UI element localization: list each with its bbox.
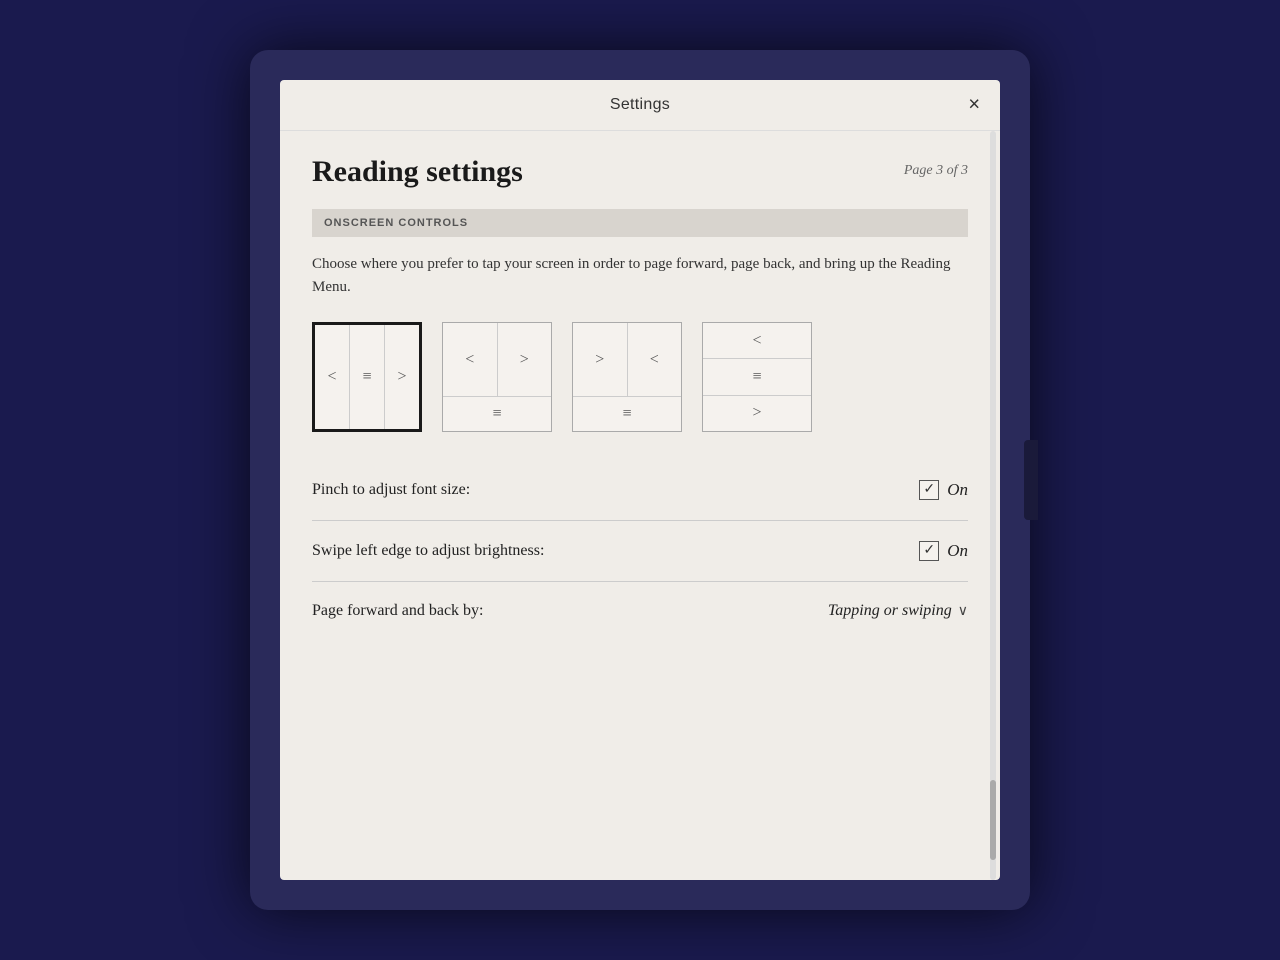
page-title: Reading settings <box>312 155 523 189</box>
pinch-on-label: On <box>947 480 968 500</box>
pinch-label: Pinch to adjust font size: <box>312 481 470 499</box>
setting-row-pinch: Pinch to adjust font size: ✓ On <box>312 460 968 521</box>
swipe-checkbox[interactable]: ✓ <box>919 541 939 561</box>
swipe-control: ✓ On <box>919 541 968 561</box>
layout-option-3[interactable]: > < ≡ <box>572 322 682 432</box>
layout3-col-right: < <box>628 323 682 396</box>
swipe-check-icon: ✓ <box>923 544 935 558</box>
scrollbar[interactable] <box>990 131 996 880</box>
description-text: Choose where you prefer to tap your scre… <box>312 253 968 298</box>
layout3-col-left: > <box>573 323 628 396</box>
layout-option-4[interactable]: < ≡ > <box>702 322 812 432</box>
close-button[interactable]: × <box>968 94 980 117</box>
layout4-row-top: < <box>703 323 811 359</box>
layout4-row-mid: ≡ <box>703 359 811 395</box>
page-header: Reading settings Page 3 of 3 <box>312 155 968 189</box>
dialog-header: Settings × <box>280 80 1000 131</box>
setting-row-swipe: Swipe left edge to adjust brightness: ✓ … <box>312 521 968 582</box>
device-button <box>1024 440 1038 520</box>
swipe-label: Swipe left edge to adjust brightness: <box>312 542 544 560</box>
layout2-col-right: > <box>498 323 552 396</box>
page-forward-label: Page forward and back by: <box>312 602 484 620</box>
section-header: ONSCREEN CONTROLS <box>312 209 968 237</box>
layout1-col-left: < <box>315 325 350 429</box>
dialog-body-wrapper: Reading settings Page 3 of 3 ONSCREEN CO… <box>280 131 1000 880</box>
settings-dialog: Settings × Reading settings Page 3 of 3 … <box>280 80 1000 880</box>
layout1-col-mid: ≡ <box>350 325 385 429</box>
dialog-title: Settings <box>610 96 670 114</box>
pinch-check-icon: ✓ <box>923 483 935 497</box>
layout-options: < ≡ > < > ≡ <box>312 322 968 432</box>
screen: Settings × Reading settings Page 3 of 3 … <box>280 80 1000 880</box>
layout2-col-left: < <box>443 323 498 396</box>
scrollbar-thumb <box>990 780 996 860</box>
pinch-control: ✓ On <box>919 480 968 500</box>
pinch-checkbox[interactable]: ✓ <box>919 480 939 500</box>
page-forward-value: Tapping or swiping <box>828 602 952 620</box>
chevron-down-icon: ∨ <box>958 603 968 620</box>
device-frame: Settings × Reading settings Page 3 of 3 … <box>250 50 1030 910</box>
layout3-bottom: ≡ <box>573 396 681 431</box>
page-forward-dropdown[interactable]: Tapping or swiping ∨ <box>828 602 968 620</box>
swipe-on-label: On <box>947 541 968 561</box>
layout1-col-right: > <box>385 325 419 429</box>
setting-row-page-forward: Page forward and back by: Tapping or swi… <box>312 582 968 640</box>
layout-option-2[interactable]: < > ≡ <box>442 322 552 432</box>
layout-option-1[interactable]: < ≡ > <box>312 322 422 432</box>
layout4-row-bot: > <box>703 396 811 431</box>
layout2-bottom: ≡ <box>443 396 551 431</box>
page-indicator: Page 3 of 3 <box>904 155 968 179</box>
dialog-body: Reading settings Page 3 of 3 ONSCREEN CO… <box>280 131 1000 664</box>
